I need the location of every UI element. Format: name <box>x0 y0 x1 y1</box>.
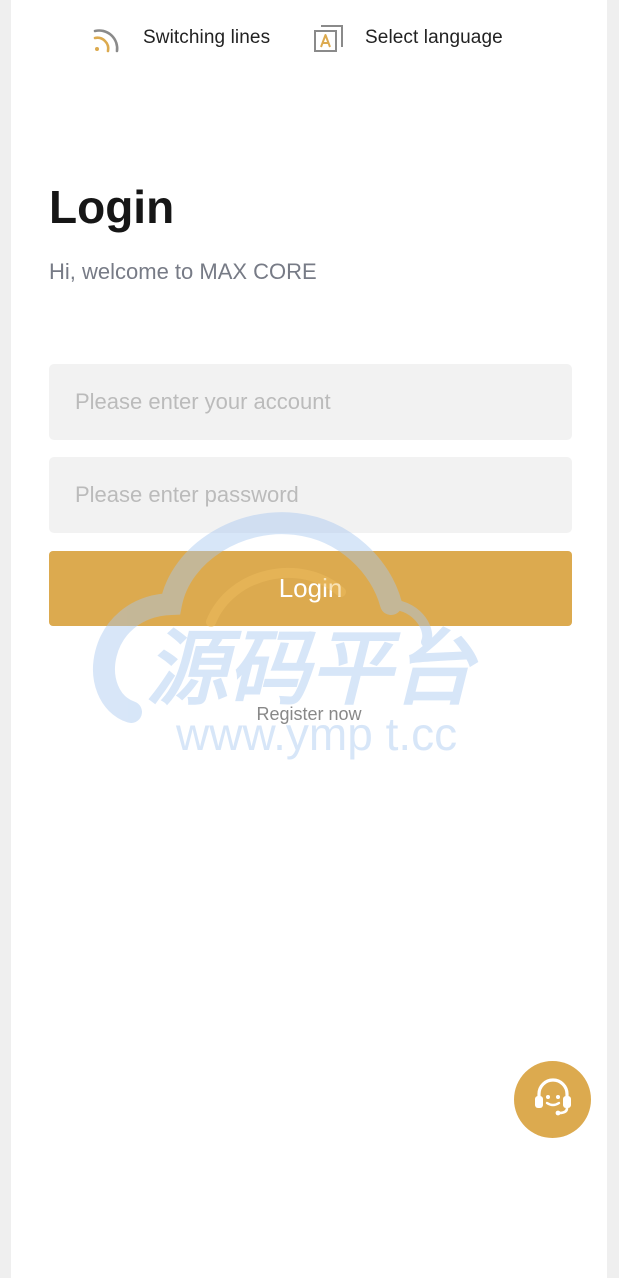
signal-lines-icon <box>89 21 123 55</box>
select-language-button[interactable]: Select language <box>311 20 503 56</box>
top-bar: Switching lines Select language <box>11 0 607 74</box>
customer-service-button[interactable] <box>514 1061 591 1138</box>
password-input[interactable] <box>49 457 572 533</box>
account-input[interactable] <box>49 364 572 440</box>
welcome-subtitle: Hi, welcome to MAX CORE <box>49 259 317 284</box>
login-page: Switching lines Select language Login Hi… <box>11 0 607 1278</box>
login-button[interactable]: Login <box>49 551 572 626</box>
switching-lines-button[interactable]: Switching lines <box>89 20 270 56</box>
customer-service-headset-icon <box>531 1075 575 1124</box>
language-icon <box>311 21 345 55</box>
page-title: Login <box>49 181 175 233</box>
switching-lines-label: Switching lines <box>143 27 271 48</box>
register-now-link[interactable]: Register now <box>11 704 607 725</box>
watermark-title: 源码平台 <box>146 622 479 717</box>
select-language-label: Select language <box>365 27 503 48</box>
